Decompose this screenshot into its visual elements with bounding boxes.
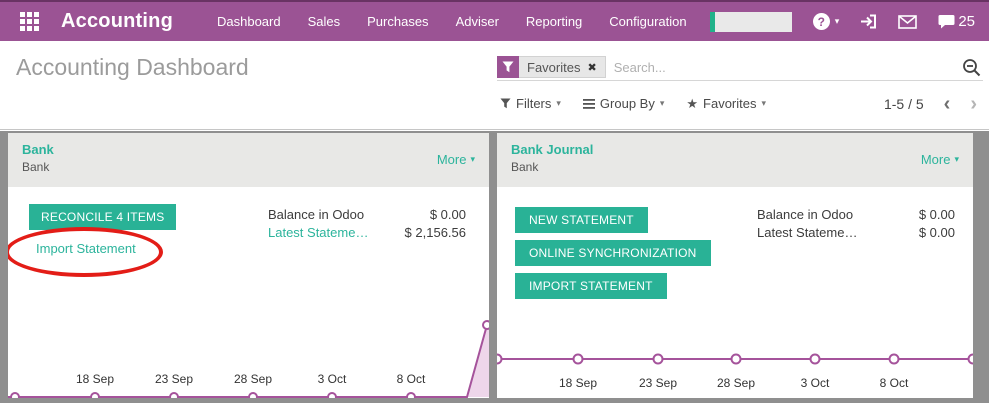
- menu-dashboard[interactable]: Dashboard: [217, 14, 281, 29]
- x-tick-label: 3 Oct: [785, 376, 845, 390]
- control-panel: Accounting Dashboard Favorites ✖ Filters…: [0, 41, 989, 130]
- stat-row: Latest Stateme… $ 2,156.56: [268, 224, 466, 242]
- filters-dropdown[interactable]: Filters ▾: [500, 96, 561, 111]
- stat-label: Balance in Odoo: [268, 206, 364, 224]
- stat-row: Balance in Odoo $ 0.00: [757, 206, 955, 224]
- star-icon: ★: [686, 97, 698, 110]
- x-tick-label: 8 Oct: [864, 376, 924, 390]
- user-menu[interactable]: [710, 12, 792, 32]
- messages-count: 25: [958, 13, 975, 30]
- reconcile-items-button[interactable]: RECONCILE 4 ITEMS: [29, 204, 176, 230]
- pager-previous-icon[interactable]: ‹: [944, 94, 951, 114]
- journal-card-bank: Bank Bank More ▾ RECONCILE 4 ITEMS Impor…: [8, 133, 489, 398]
- journal-stats: Balance in Odoo $ 0.00 Latest Stateme… $…: [757, 206, 955, 242]
- chevron-down-icon: ▾: [660, 98, 665, 109]
- import-statement-link[interactable]: Import Statement: [36, 241, 136, 256]
- search-bar: Favorites ✖: [497, 54, 983, 81]
- pager-range: 1-5 / 5: [884, 96, 924, 112]
- new-statement-button[interactable]: NEW STATEMENT: [515, 207, 648, 233]
- stat-row: Latest Stateme… $ 0.00: [757, 224, 955, 242]
- pager: 1-5 / 5 ‹ ›: [884, 94, 977, 114]
- x-tick-label: 8 Oct: [381, 372, 441, 386]
- more-dropdown[interactable]: More ▾: [437, 152, 475, 167]
- journal-subtitle: Bank: [22, 160, 475, 174]
- stat-value: $ 0.00: [919, 206, 955, 224]
- dashboard-content: Bank Bank More ▾ RECONCILE 4 ITEMS Impor…: [0, 131, 989, 403]
- chat-bubble-icon: [938, 14, 955, 29]
- chevron-down-icon: ▾: [835, 16, 840, 27]
- menu-sales[interactable]: Sales: [308, 14, 341, 29]
- remove-facet-icon[interactable]: ✖: [587, 61, 596, 74]
- top-navbar: Accounting Dashboard Sales Purchases Adv…: [0, 0, 989, 41]
- chevron-down-icon: ▾: [470, 154, 475, 165]
- chevron-down-icon: ▾: [556, 98, 561, 109]
- main-menu: Dashboard Sales Purchases Adviser Report…: [217, 14, 687, 29]
- import-statement-button[interactable]: IMPORT STATEMENT: [515, 273, 667, 299]
- x-tick-label: 18 Sep: [548, 376, 608, 390]
- pager-next-icon[interactable]: ›: [970, 94, 977, 114]
- journal-stats: Balance in Odoo $ 0.00 Latest Stateme… $…: [268, 206, 466, 242]
- favorites-facet[interactable]: Favorites ✖: [519, 56, 606, 78]
- messages-button[interactable]: 25: [938, 13, 975, 30]
- journal-subtitle: Bank: [511, 160, 959, 174]
- favorites-dropdown[interactable]: ★ Favorites ▾: [686, 96, 766, 111]
- group-by-icon: [583, 99, 595, 109]
- menu-adviser[interactable]: Adviser: [456, 14, 499, 29]
- group-by-dropdown[interactable]: Group By ▾: [583, 96, 664, 111]
- x-tick-label: 28 Sep: [223, 372, 283, 386]
- sign-in-icon[interactable]: [860, 14, 877, 29]
- help-icon: ?: [813, 13, 830, 30]
- page-title: Accounting Dashboard: [16, 54, 249, 81]
- journal-title[interactable]: Bank: [22, 142, 475, 157]
- more-dropdown[interactable]: More ▾: [921, 152, 959, 167]
- card-header: Bank Journal Bank More ▾: [497, 133, 973, 187]
- stat-label: Latest Stateme…: [757, 224, 857, 242]
- stat-label: Balance in Odoo: [757, 206, 853, 224]
- envelope-icon[interactable]: [898, 15, 917, 29]
- journal-title[interactable]: Bank Journal: [511, 142, 959, 157]
- menu-configuration[interactable]: Configuration: [609, 14, 686, 29]
- apps-grid-icon[interactable]: [20, 12, 39, 31]
- filter-funnel-icon: [497, 56, 519, 78]
- card-header: Bank Bank More ▾: [8, 133, 489, 187]
- card-body: NEW STATEMENT ONLINE SYNCHRONIZATION IMP…: [497, 187, 973, 398]
- stat-value: $ 0.00: [430, 206, 466, 224]
- stat-row: Balance in Odoo $ 0.00: [268, 206, 466, 224]
- search-icon[interactable]: [962, 58, 981, 77]
- online-synchronization-button[interactable]: ONLINE SYNCHRONIZATION: [515, 240, 711, 266]
- card-body: RECONCILE 4 ITEMS Import Statement Balan…: [8, 187, 489, 398]
- navbar-systray: ? ▾ 25: [710, 12, 975, 32]
- facet-label: Favorites: [527, 60, 580, 75]
- stat-value: $ 2,156.56: [405, 224, 466, 242]
- stat-value: $ 0.00: [919, 224, 955, 242]
- journal-actions: NEW STATEMENT ONLINE SYNCHRONIZATION IMP…: [515, 207, 711, 299]
- odoo-accounting-window: Accounting Dashboard Sales Purchases Adv…: [0, 0, 989, 403]
- x-tick-label: 28 Sep: [706, 376, 766, 390]
- x-tick-label: 3 Oct: [302, 372, 362, 386]
- search-options-row: Filters ▾ Group By ▾ ★ Favorites ▾: [500, 96, 766, 111]
- chevron-down-icon: ▾: [954, 154, 959, 165]
- x-tick-label: 23 Sep: [144, 372, 204, 386]
- search-input[interactable]: [606, 60, 962, 75]
- latest-statement-link[interactable]: Latest Stateme…: [268, 224, 368, 242]
- journal-card-bank-journal: Bank Journal Bank More ▾ NEW STATEMENT O…: [497, 133, 973, 398]
- help-menu[interactable]: ? ▾: [813, 13, 840, 30]
- menu-purchases[interactable]: Purchases: [367, 14, 428, 29]
- funnel-icon: [500, 98, 511, 109]
- x-tick-label: 23 Sep: [628, 376, 688, 390]
- x-tick-label: 18 Sep: [65, 372, 125, 386]
- app-name[interactable]: Accounting: [61, 10, 173, 33]
- chevron-down-icon: ▾: [762, 98, 767, 109]
- menu-reporting[interactable]: Reporting: [526, 14, 582, 29]
